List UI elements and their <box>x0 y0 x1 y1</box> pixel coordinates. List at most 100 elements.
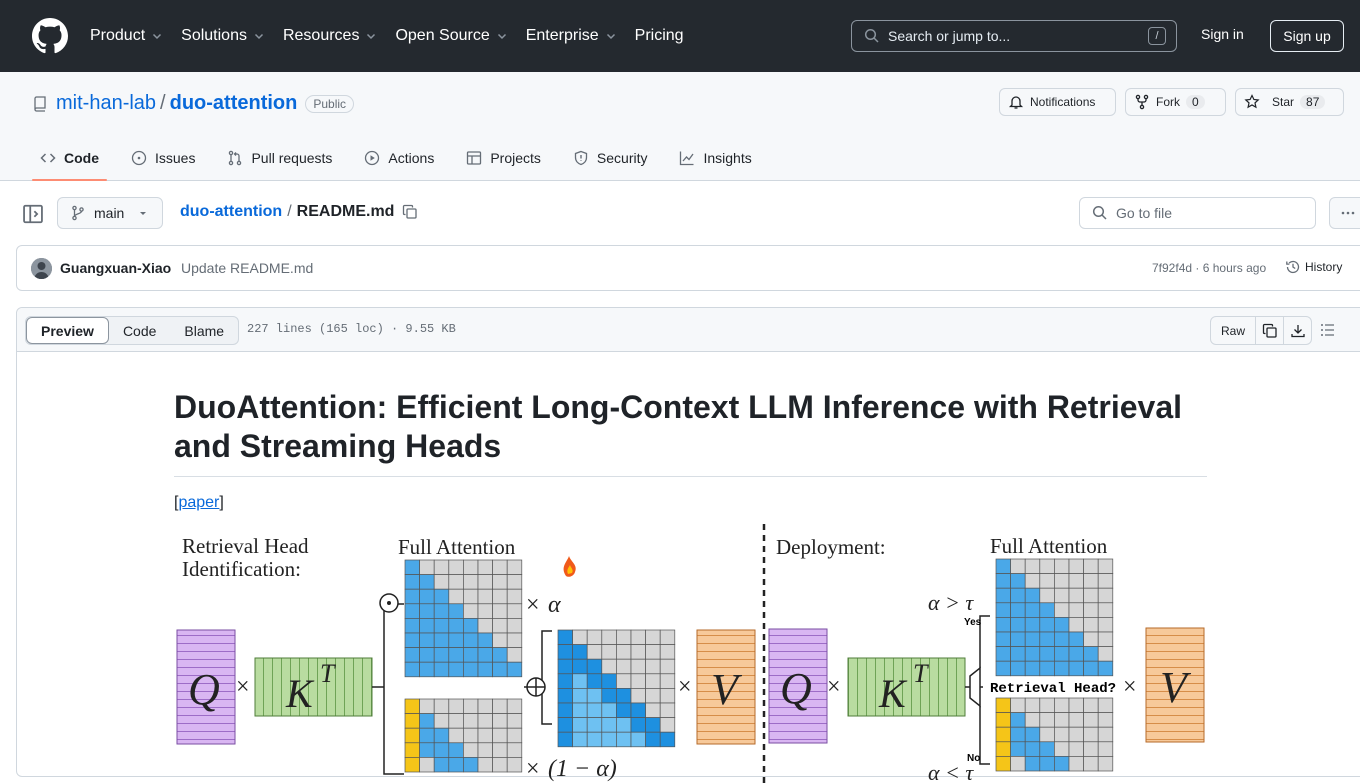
attention-cell <box>404 618 420 634</box>
attention-cell <box>448 713 464 729</box>
paper-link[interactable]: paper <box>178 494 219 511</box>
attention-cell <box>492 647 508 663</box>
figure-text: α > τ <box>928 590 974 615</box>
attention-cell <box>433 618 450 634</box>
search-icon <box>864 28 879 43</box>
attention-cell <box>1097 573 1114 589</box>
attention-cell <box>1083 573 1099 589</box>
sign-up-button[interactable]: Sign up <box>1270 20 1344 52</box>
attention-cell <box>1083 741 1099 757</box>
go-to-file-input[interactable]: Go to file <box>1079 197 1316 229</box>
attention-cell <box>1097 726 1114 743</box>
attention-cell <box>463 713 479 729</box>
tab-code[interactable]: Code <box>32 138 107 181</box>
raw-button[interactable]: Raw <box>1211 317 1255 344</box>
attention-cell <box>506 742 523 758</box>
attention-cell <box>419 574 435 590</box>
tab-security[interactable]: Security <box>565 138 656 178</box>
file-viewer-header: Preview Code Blame 227 lines (165 loc) ·… <box>17 308 1360 352</box>
attention-cell <box>433 559 450 575</box>
attention-cell <box>1010 726 1026 743</box>
search-input[interactable]: Search or jump to... / <box>851 20 1177 52</box>
copy-icon[interactable] <box>402 204 418 220</box>
branch-selector[interactable]: main <box>57 197 163 229</box>
attention-cell <box>1068 660 1084 677</box>
tab-insights[interactable]: Insights <box>671 138 759 178</box>
star-count: 87 <box>1300 95 1326 109</box>
router-lines <box>979 615 990 765</box>
attention-cell <box>1010 558 1026 574</box>
attention-cell <box>586 673 603 689</box>
commit-hash-link[interactable]: 7f92f4d <box>1152 261 1192 275</box>
attention-cell <box>572 731 588 748</box>
copy-raw-button[interactable] <box>1255 317 1283 344</box>
nav-solutions[interactable]: Solutions <box>181 27 265 45</box>
attention-cell <box>995 712 1011 728</box>
fork-button[interactable]: Fork 0 <box>1125 88 1226 116</box>
tab-projects[interactable]: Projects <box>458 138 549 178</box>
attention-cell <box>419 661 435 678</box>
attention-cell <box>1010 631 1026 647</box>
figure-text: K <box>285 671 315 716</box>
attention-cell <box>1039 617 1055 633</box>
attention-cell <box>616 673 632 689</box>
attention-cell <box>433 603 450 619</box>
star-button[interactable]: Star 87 <box>1235 88 1344 116</box>
github-logo-icon[interactable] <box>32 18 68 54</box>
nav-enterprise[interactable]: Enterprise <box>526 27 617 45</box>
commit-author-link[interactable]: Guangxuan-Xiao <box>60 260 171 276</box>
history-button[interactable]: History <box>1285 259 1342 275</box>
repo-owner-link[interactable]: mit-han-lab <box>56 92 156 115</box>
streaming-attention-matrix-2 <box>995 697 1114 772</box>
latest-commit-bar: Guangxuan-Xiao Update README.md 7f92f4d … <box>16 245 1360 291</box>
code-view-tab[interactable]: Code <box>109 317 170 344</box>
bell-icon <box>1008 96 1024 109</box>
attention-cell <box>477 727 493 744</box>
attention-cell <box>463 574 479 590</box>
repo-name-link[interactable]: duo-attention <box>170 92 298 115</box>
attention-cell <box>463 698 479 714</box>
tab-pull-requests[interactable]: Pull requests <box>219 138 340 178</box>
code-icon <box>40 153 56 163</box>
attention-cell <box>433 727 450 744</box>
attention-cell <box>616 688 632 704</box>
notifications-button[interactable]: Notifications <box>999 88 1116 116</box>
attention-cell <box>616 717 632 733</box>
figure-text: × <box>1123 674 1137 700</box>
attention-cell <box>448 574 464 590</box>
nav-resources[interactable]: Resources <box>283 27 377 45</box>
sidebar-expand-icon[interactable] <box>22 203 44 225</box>
outline-list-icon[interactable] <box>1320 322 1336 338</box>
figure-text: Q <box>780 664 812 713</box>
avatar[interactable] <box>31 258 52 279</box>
tab-issues[interactable]: Issues <box>123 138 203 178</box>
attention-cell <box>448 603 464 619</box>
attention-cell <box>557 644 573 660</box>
attention-cell <box>1068 587 1084 604</box>
attention-cell <box>630 629 646 645</box>
attention-cell <box>404 742 420 758</box>
attention-cell <box>645 629 661 645</box>
attention-cell <box>1024 587 1041 604</box>
attention-cell <box>1039 726 1055 743</box>
more-options-button[interactable] <box>1329 197 1360 229</box>
breadcrumb-file-name: README.md <box>296 203 395 220</box>
breadcrumb-repo-link[interactable]: duo-attention <box>180 203 282 221</box>
blame-tab[interactable]: Blame <box>170 317 238 344</box>
attention-cell <box>404 698 420 714</box>
attention-cell <box>463 647 479 663</box>
nav-product[interactable]: Product <box>90 27 163 45</box>
attention-cell <box>601 702 617 718</box>
attention-cell <box>433 588 450 605</box>
nav-pricing[interactable]: Pricing <box>635 27 684 45</box>
attention-cell <box>1054 660 1070 677</box>
download-button[interactable] <box>1283 317 1311 344</box>
preview-tab[interactable]: Preview <box>26 317 109 344</box>
attention-cell <box>1068 741 1084 757</box>
nav-open-source[interactable]: Open Source <box>395 27 507 45</box>
commit-message-link[interactable]: Update README.md <box>181 260 313 276</box>
repo-header: mit-han-lab / duo-attention Public Notif… <box>0 72 1360 181</box>
tab-actions[interactable]: Actions <box>356 138 442 178</box>
sign-in-link[interactable]: Sign in <box>1201 26 1244 42</box>
attention-cell <box>557 731 573 748</box>
